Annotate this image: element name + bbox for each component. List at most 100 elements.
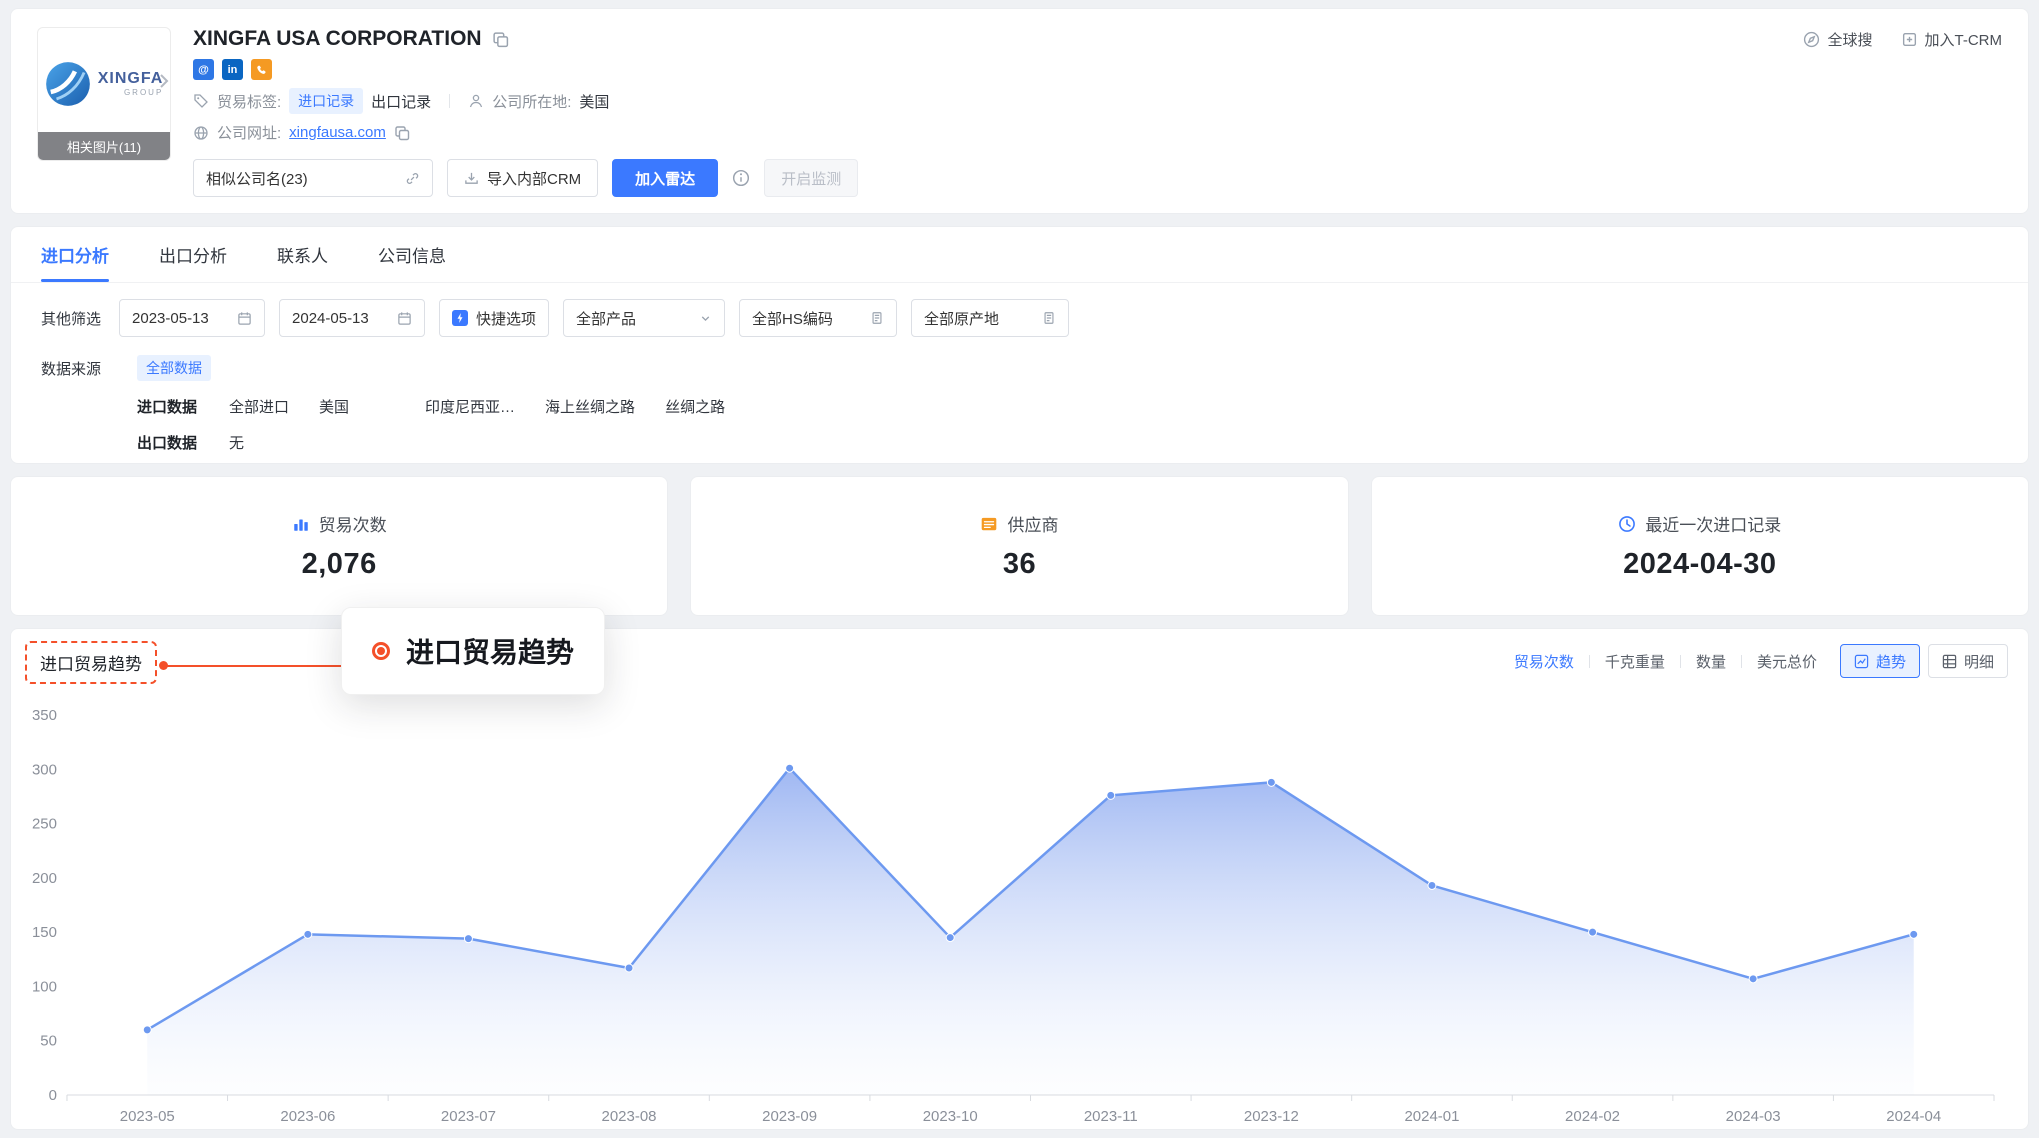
import-option-usa[interactable]: 美国	[319, 396, 349, 417]
join-tcrm-link[interactable]: 加入T-CRM	[1901, 29, 2003, 50]
stat-last-import-header: 最近一次进口记录	[1618, 511, 1781, 536]
date-to-input[interactable]: 2024-05-13	[279, 299, 425, 337]
svg-text:200: 200	[32, 870, 57, 887]
svg-text:2023-09: 2023-09	[762, 1108, 817, 1125]
document-icon	[1042, 311, 1056, 325]
start-monitoring-button[interactable]: 开启监测	[764, 159, 858, 197]
metric-quantity[interactable]: 数量	[1696, 651, 1726, 672]
metric-trade-count[interactable]: 贸易次数	[1514, 651, 1574, 672]
svg-text:2023-11: 2023-11	[1084, 1108, 1138, 1125]
view-detail-button[interactable]: 明细	[1928, 644, 2008, 678]
stat-card-suppliers: 供应商 36	[690, 476, 1348, 616]
import-crm-button[interactable]: 导入内部CRM	[447, 159, 598, 197]
company-logo[interactable]: XINGFA GROUP 相关图片(11)	[37, 27, 171, 161]
chevron-down-icon	[699, 312, 712, 325]
svg-text:2023-10: 2023-10	[923, 1108, 978, 1125]
tab-import-analysis[interactable]: 进口分析	[41, 227, 109, 282]
divider	[1741, 655, 1742, 668]
metric-usd-total[interactable]: 美元总价	[1757, 651, 1817, 672]
copy-company-name-icon[interactable]	[492, 31, 509, 48]
date-to-value: 2024-05-13	[292, 310, 369, 327]
all-origin-value: 全部原产地	[924, 308, 999, 329]
add-square-icon	[1901, 31, 1918, 48]
export-data-label: 出口数据	[137, 432, 229, 453]
export-data-row: 出口数据 无	[41, 432, 1998, 453]
quick-options-icon	[452, 310, 468, 326]
trade-label: 贸易标签:	[217, 91, 281, 112]
join-tcrm-label: 加入T-CRM	[1925, 29, 2003, 50]
clock-icon	[1618, 515, 1636, 533]
other-filters-label: 其他筛选	[41, 308, 101, 329]
filter-row: 其他筛选 2023-05-13 2024-05-13 快捷选项	[11, 283, 2028, 337]
related-images-label[interactable]: 相关图片(11)	[38, 132, 170, 160]
import-data-row: 进口数据 全部进口 美国 印度尼西亚… 海上丝绸之路 丝绸之路	[41, 396, 1998, 417]
trend-chart-card: 进口贸易趋势 进口贸易趋势 贸易次数 千克重量 数量 美元总价 趋势	[10, 628, 2029, 1130]
website-row: 公司网址: xingfausa.com	[193, 122, 858, 143]
divider	[1680, 655, 1681, 668]
data-source-block: 数据来源 全部数据 进口数据 全部进口 美国 印度尼西亚… 海上丝绸之路 丝绸之…	[11, 337, 2028, 453]
annotation-callout: 进口贸易趋势	[341, 607, 605, 695]
tag-icon	[193, 93, 209, 109]
data-source-label: 数据来源	[41, 358, 137, 379]
annotation-line	[165, 665, 341, 667]
stat-trades-header: 贸易次数	[292, 511, 387, 536]
phone-icon[interactable]	[251, 59, 272, 80]
stat-trades-value: 2,076	[302, 548, 377, 581]
tag-import-records: 进口记录	[289, 88, 363, 114]
similar-companies-button[interactable]: 相似公司名(23)	[193, 159, 433, 197]
company-name-row: XINGFA USA CORPORATION	[193, 27, 858, 51]
page: XINGFA GROUP 相关图片(11) XINGFA USA CORPORA…	[0, 0, 2039, 1138]
all-origin-select[interactable]: 全部原产地	[911, 299, 1069, 337]
svg-text:50: 50	[40, 1033, 57, 1050]
all-data-tag[interactable]: 全部数据	[137, 355, 211, 381]
import-option-all[interactable]: 全部进口	[229, 396, 289, 417]
import-option-maritime-silk-road[interactable]: 海上丝绸之路	[545, 396, 635, 417]
similar-companies-label: 相似公司名(23)	[206, 168, 308, 189]
target-icon	[372, 642, 390, 660]
website-link[interactable]: xingfausa.com	[289, 124, 386, 141]
tab-export-analysis[interactable]: 出口分析	[159, 227, 227, 282]
trend-chart: 0501001502002503003502023-052023-062023-…	[31, 693, 2008, 1129]
email-icon[interactable]: @	[193, 59, 214, 80]
global-search-label: 全球搜	[1827, 29, 1872, 50]
divider	[449, 94, 450, 108]
svg-text:2023-07: 2023-07	[441, 1108, 496, 1125]
svg-text:2024-01: 2024-01	[1404, 1108, 1459, 1125]
trend-icon	[1854, 654, 1869, 669]
tab-company-info[interactable]: 公司信息	[378, 227, 446, 282]
copy-website-icon[interactable]	[394, 125, 410, 141]
person-icon	[468, 93, 484, 109]
svg-text:150: 150	[32, 924, 57, 941]
metric-kg-weight[interactable]: 千克重量	[1605, 651, 1665, 672]
view-toggle-group: 趋势 明细	[1840, 644, 2008, 678]
export-data-value: 无	[229, 432, 244, 453]
view-trend-button[interactable]: 趋势	[1840, 644, 1920, 678]
add-radar-button[interactable]: 加入雷达	[612, 159, 718, 197]
all-hs-code-select[interactable]: 全部HS编码	[739, 299, 897, 337]
analysis-card: 进口分析 出口分析 联系人 公司信息 其他筛选 2023-05-13 2024-…	[10, 226, 2029, 464]
linkedin-icon[interactable]: in	[222, 59, 243, 80]
website-label: 公司网址:	[217, 122, 281, 143]
chart-header: 进口贸易趋势 进口贸易趋势 贸易次数 千克重量 数量 美元总价 趋势	[31, 629, 2008, 693]
carousel-next-icon[interactable]	[157, 72, 169, 90]
import-icon	[464, 171, 479, 186]
all-products-value: 全部产品	[576, 308, 636, 329]
trend-title-annotated: 进口贸易趋势	[25, 641, 157, 684]
quick-options-button[interactable]: 快捷选项	[439, 299, 549, 337]
info-icon[interactable]	[732, 169, 750, 187]
svg-text:300: 300	[32, 761, 57, 778]
stat-suppliers-header: 供应商	[980, 511, 1058, 536]
import-option-silk-road[interactable]: 丝绸之路	[665, 396, 725, 417]
date-from-input[interactable]: 2023-05-13	[119, 299, 265, 337]
global-search-link[interactable]: 全球搜	[1803, 29, 1872, 50]
location-label: 公司所在地:	[492, 91, 571, 112]
all-products-select[interactable]: 全部产品	[563, 299, 725, 337]
import-option-indonesia[interactable]: 印度尼西亚…	[425, 396, 515, 417]
logo-text-block: XINGFA GROUP	[98, 71, 164, 97]
svg-text:2023-05: 2023-05	[120, 1108, 175, 1125]
chart-controls: 贸易次数 千克重量 数量 美元总价 趋势 明细	[1514, 644, 2008, 678]
stat-suppliers-value: 36	[1003, 548, 1036, 581]
tab-contacts[interactable]: 联系人	[277, 227, 328, 282]
logo-inner: XINGFA GROUP	[45, 61, 164, 107]
stat-card-last-import: 最近一次进口记录 2024-04-30	[1371, 476, 2029, 616]
